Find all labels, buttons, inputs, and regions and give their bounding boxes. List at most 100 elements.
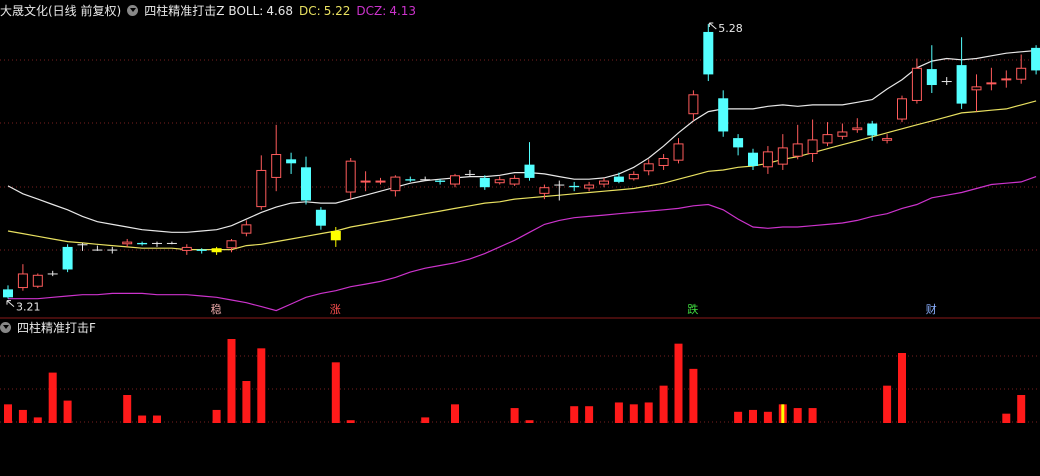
candle-body xyxy=(867,123,878,136)
candle-body xyxy=(286,159,297,164)
candle xyxy=(643,159,654,176)
candle-body xyxy=(613,176,624,182)
volume-bar xyxy=(749,409,757,423)
sub-indicator-menu-icon[interactable] xyxy=(0,322,11,333)
candle-body xyxy=(941,81,952,83)
main-header: 大晟文化(日线 前复权) 四柱精准打击Z BOLL: 4.68 DC: 5.22 DCZ: 4… xyxy=(0,2,422,20)
candle xyxy=(986,67,997,91)
volume-bar xyxy=(346,420,355,423)
boll-label: BOLL: xyxy=(228,4,264,18)
volume-bar xyxy=(138,415,147,423)
candle-body xyxy=(524,164,535,178)
candle xyxy=(688,90,699,121)
candle xyxy=(122,238,133,247)
candle-body xyxy=(509,177,520,185)
candle xyxy=(673,138,684,164)
candle-body xyxy=(718,98,729,132)
candle xyxy=(450,173,460,188)
candle-body xyxy=(479,177,490,188)
volume-bars xyxy=(4,339,1026,423)
candle-body xyxy=(643,163,654,172)
event-marker[interactable]: 跌 xyxy=(687,303,698,317)
candle xyxy=(107,246,118,254)
candles xyxy=(3,23,1040,299)
candle-body xyxy=(375,180,386,183)
candle xyxy=(569,181,580,192)
candle xyxy=(524,142,535,181)
volume-bar xyxy=(689,368,698,423)
candle xyxy=(956,37,967,109)
volume-bar xyxy=(898,353,906,423)
candle-body xyxy=(539,187,550,194)
candle-body xyxy=(181,246,192,251)
candle-body xyxy=(956,65,967,104)
volume-bar xyxy=(793,408,802,423)
candle xyxy=(852,118,863,133)
candle xyxy=(241,220,252,237)
volume-bar xyxy=(331,362,340,423)
candle-body xyxy=(926,69,937,86)
price-grid xyxy=(0,59,1040,423)
candle-body xyxy=(971,86,982,91)
stock-chart: 5.28 3.21 xyxy=(0,22,1040,423)
candle xyxy=(1031,45,1040,75)
candle xyxy=(181,244,192,255)
volume-bar xyxy=(257,348,266,423)
volume-bar xyxy=(123,395,132,423)
indicator-name[interactable]: 四柱精准打击Z xyxy=(144,4,224,18)
candle xyxy=(345,158,356,200)
indicator-menu-icon[interactable] xyxy=(127,5,139,16)
candle xyxy=(897,95,907,123)
high-price-label: 5.28 xyxy=(718,22,743,35)
candle-body xyxy=(360,180,371,183)
candle-body xyxy=(703,31,714,75)
candle xyxy=(152,241,162,247)
candle-body xyxy=(152,242,162,244)
candle xyxy=(271,124,282,192)
dc-label: DC: xyxy=(299,4,321,18)
event-marker[interactable]: 财 xyxy=(926,303,937,317)
event-marker[interactable]: 稳 xyxy=(211,303,222,317)
volume-bar xyxy=(883,385,892,423)
candle-body xyxy=(584,184,595,189)
candle-body xyxy=(301,167,311,201)
sub-indicator-name[interactable]: 四柱精准打击F xyxy=(17,321,96,335)
candle xyxy=(926,45,937,93)
candle-body xyxy=(897,98,907,120)
line-dc xyxy=(7,100,1037,251)
volume-bar xyxy=(153,415,161,423)
volume-bar xyxy=(18,409,27,423)
candle xyxy=(77,242,88,251)
candle-body xyxy=(450,175,460,185)
line-dcz xyxy=(8,176,1037,312)
candle-body xyxy=(628,173,639,180)
candle xyxy=(1001,70,1012,88)
candle-body xyxy=(211,248,222,253)
candle-body xyxy=(3,289,13,298)
candle-body xyxy=(658,158,669,166)
volume-bar xyxy=(570,406,579,423)
indicator-lines xyxy=(7,49,1037,312)
candle-body xyxy=(762,151,773,168)
candle-body xyxy=(345,160,356,193)
candle-body xyxy=(92,249,103,251)
candle-body xyxy=(196,249,207,251)
candle xyxy=(554,180,565,201)
candle-body xyxy=(137,242,148,245)
candle xyxy=(941,77,952,86)
volume-bar xyxy=(63,400,72,423)
dcz-value: 4.13 xyxy=(389,4,417,18)
candle xyxy=(494,176,505,185)
candle-body xyxy=(17,273,28,289)
candle xyxy=(1016,54,1027,84)
candle xyxy=(92,245,103,251)
event-marker[interactable]: 涨 xyxy=(330,303,341,317)
candle-body xyxy=(1001,78,1012,81)
volume-bar xyxy=(4,404,12,423)
candle-body xyxy=(1031,47,1040,71)
low-price-label: 3.21 xyxy=(16,301,41,314)
candle xyxy=(360,171,371,192)
candle-body xyxy=(733,138,744,148)
candle xyxy=(256,155,267,210)
candle xyxy=(17,264,28,291)
